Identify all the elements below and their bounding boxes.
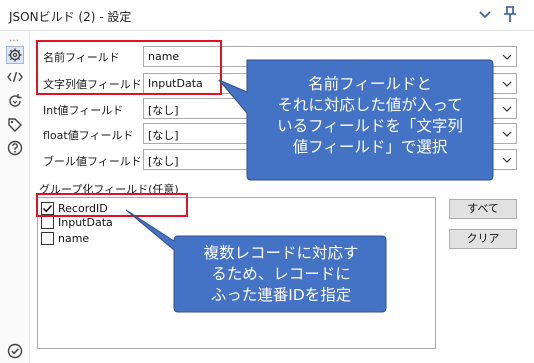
callout-shapes <box>125 59 494 313</box>
top-callout-text: 名前フィールドと それに対応した値が入って いるフィールドを「文字列 値フィール… <box>247 74 493 158</box>
bottom-callout-line: 複数レコードに対応す <box>203 244 359 262</box>
bottom-callout-text: 複数レコードに対応す るため、レコードに ふった連番IDを指定 <box>176 243 386 306</box>
top-callout-line: いるフィールドを「文字列 <box>277 117 463 135</box>
top-callout-line: それに対応した値が入って <box>277 96 463 114</box>
bottom-callout-line: ふった連番IDを指定 <box>210 286 352 304</box>
top-callout-line: 名前フィールドと <box>308 75 432 93</box>
top-callout-line: 値フィールド」で選択 <box>292 138 448 156</box>
bottom-callout-line: るため、レコードに <box>211 265 351 283</box>
